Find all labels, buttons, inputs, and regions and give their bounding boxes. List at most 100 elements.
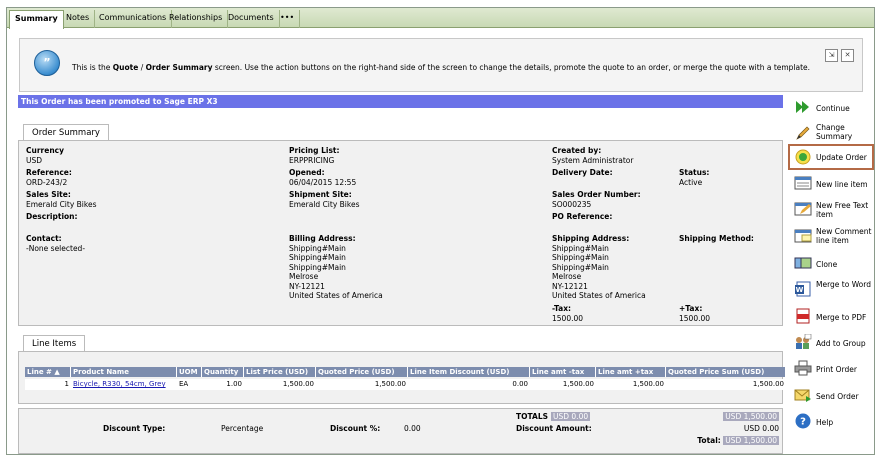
shipping-line: Shipping#Main	[552, 253, 609, 262]
billing-line: Shipping#Main	[289, 262, 346, 272]
tab-more[interactable]: •••	[275, 10, 301, 28]
continue-button[interactable]: Continue	[788, 95, 874, 121]
tab-notes[interactable]: Notes	[61, 10, 96, 28]
update-order-label: Update Order	[816, 153, 867, 162]
sales-order-value: SO000235	[552, 199, 592, 209]
help-label: Help	[816, 418, 834, 427]
shipping-method-label: Shipping Method:	[679, 234, 754, 243]
discount-type-label: Discount Type:	[103, 424, 166, 433]
currency-field: Currency USD	[26, 146, 64, 165]
info-text: This is the	[72, 63, 113, 72]
new-free-text-button[interactable]: New Free Text item	[788, 197, 874, 223]
opened-label: Opened:	[289, 168, 325, 177]
contact-value: -None selected-	[26, 243, 86, 253]
cell-uom: EA	[179, 380, 189, 388]
order-summary-tab[interactable]: Order Summary	[23, 124, 109, 140]
shipping-line: Shipping#Main	[552, 243, 609, 253]
send-order-label: Send Order	[816, 392, 859, 401]
reference-value: ORD-243/2	[26, 177, 68, 187]
total-value: USD 1,500.00	[723, 436, 779, 445]
col-quoted-price-sum[interactable]: Quoted Price Sum (USD)	[666, 367, 786, 377]
billing-line: Melrose	[289, 272, 319, 281]
status-label: Status:	[679, 168, 710, 177]
promotion-banner: This Order has been promoted to Sage ERP…	[18, 95, 783, 108]
minus-tax-field: -Tax: 1500.00	[552, 304, 583, 323]
table-row[interactable]: 1 Bicycle, R330, 54cm, Grey EA 1.00 1,50…	[25, 379, 786, 390]
discount-amount-value: USD 0.00	[743, 424, 779, 433]
plus-tax-field: +Tax: 1500.00	[679, 304, 710, 323]
minus-tax-value: 1500.00	[552, 313, 584, 323]
tab-relationships[interactable]: Relationships	[164, 10, 229, 28]
sales-site-field: Sales Site: Emerald City Bikes	[26, 190, 96, 209]
cell-line-amt-minus-tax: 1,500.00	[562, 380, 594, 388]
info-panel: ” This is the Quote / Order Summary scre…	[19, 38, 863, 92]
product-link[interactable]: Bicycle, R330, 54cm, Grey	[73, 380, 166, 388]
close-icon[interactable]: ✕	[841, 49, 854, 62]
currency-value: USD	[26, 155, 43, 165]
line-items-tab[interactable]: Line Items	[23, 335, 86, 351]
new-line-item-button[interactable]: New line item	[788, 171, 874, 197]
shipping-line: NY-12121	[552, 281, 588, 291]
help-button[interactable]: ? Help	[788, 409, 874, 435]
tab-summary[interactable]: Summary	[9, 10, 64, 29]
contact-label: Contact:	[26, 234, 62, 243]
clone-label: Clone	[816, 260, 838, 269]
line-items-section	[18, 351, 783, 404]
tab-bar: Summary Notes Communications Relationshi…	[7, 8, 874, 29]
merge-to-pdf-button[interactable]: Merge to PDF	[788, 304, 874, 330]
comment-line-icon	[794, 229, 812, 243]
created-by-value: System Administrator	[552, 155, 634, 165]
cell-line-amt-plus-tax: 1,500.00	[632, 380, 664, 388]
col-line-amt-plus-tax[interactable]: Line amt +tax	[596, 367, 666, 377]
col-uom[interactable]: UOM	[177, 367, 202, 377]
cell-line-number: 1	[64, 380, 69, 388]
discount-type-value[interactable]: Percentage	[221, 424, 263, 434]
cell-quoted-price: 1,500.00	[374, 380, 406, 388]
totals-value-text: USD 0.00	[551, 412, 591, 421]
pricing-list-label: Pricing List:	[289, 146, 340, 155]
collapse-icon[interactable]: ⇲	[825, 49, 838, 62]
continue-icon	[796, 101, 809, 113]
cell-line-discount: 0.00	[512, 380, 528, 388]
order-summary-section: Currency USD Reference: ORD-243/2 Sales Si…	[18, 140, 783, 326]
shipment-site-label: Shipment Site:	[289, 190, 352, 199]
status-value: Active	[679, 177, 703, 187]
tab-communications[interactable]: Communications	[94, 10, 173, 28]
currency-label: Currency	[26, 146, 65, 155]
send-order-button[interactable]: Send Order	[788, 383, 874, 409]
col-quantity[interactable]: Quantity	[202, 367, 244, 377]
discount-pct-label: Discount %:	[330, 424, 381, 433]
discount-pct-value[interactable]: 0.00	[404, 424, 421, 434]
clone-button[interactable]: Clone	[788, 251, 874, 277]
totals-section: TOTALS USD 0.00 USD 1,500.00 Discount Ty…	[18, 408, 783, 454]
col-line-discount[interactable]: Line Item Discount (USD)	[408, 367, 530, 377]
clone-icon	[794, 257, 812, 269]
po-reference-label: PO Reference:	[552, 212, 613, 221]
col-product-name[interactable]: Product Name	[71, 367, 177, 377]
merge-to-word-button[interactable]: W Merge to Word	[788, 277, 874, 303]
update-order-button[interactable]: Update Order	[788, 144, 874, 170]
tab-documents[interactable]: Documents	[223, 10, 280, 28]
continue-label: Continue	[816, 104, 850, 113]
col-list-price[interactable]: List Price (USD)	[244, 367, 316, 377]
contact-field: Contact: -None selected-	[26, 234, 85, 253]
group-icon	[796, 334, 812, 349]
col-quoted-price[interactable]: Quoted Price (USD)	[316, 367, 408, 377]
discount-amount-label: Discount Amount:	[516, 424, 592, 433]
col-line-amt-minus-tax[interactable]: Line amt -tax	[530, 367, 596, 377]
new-line-item-label: New line item	[816, 180, 868, 189]
shipping-line: United States of America	[552, 291, 646, 300]
pricing-list-field: Pricing List: ERPPRICING	[289, 146, 340, 165]
delivery-date-field: Delivery Date:	[552, 168, 613, 178]
totals-right-value: USD 1,500.00	[723, 412, 779, 422]
svg-text:W: W	[796, 286, 804, 294]
add-to-group-button[interactable]: Add to Group	[788, 330, 874, 356]
add-to-group-label: Add to Group	[816, 339, 866, 348]
cell-quantity: 1.00	[226, 380, 242, 388]
delivery-date-label: Delivery Date:	[552, 168, 613, 177]
shipment-site-field: Shipment Site: Emerald City Bikes	[289, 190, 359, 209]
print-order-button[interactable]: Print Order	[788, 356, 874, 382]
col-line-number[interactable]: Line # ▲	[25, 367, 71, 377]
new-comment-line-button[interactable]: New Comment line item	[788, 224, 874, 250]
info-sep: /	[138, 63, 146, 72]
